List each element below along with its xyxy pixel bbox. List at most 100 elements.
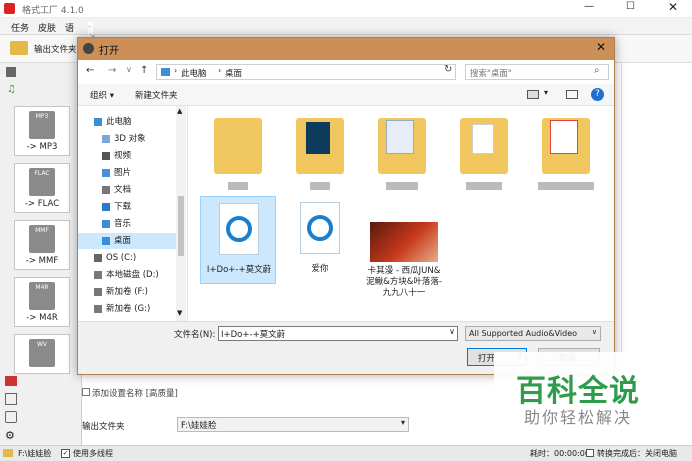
pc-icon: [161, 68, 170, 76]
refresh-icon[interactable]: ↻: [444, 64, 452, 75]
dialog-app-icon: [83, 43, 94, 54]
file-item-selected[interactable]: I+Do+-+莫文蔚: [200, 196, 276, 284]
tree-item-label: 下载: [114, 202, 132, 212]
document-category-icon[interactable]: [5, 393, 17, 405]
tree-item-label: OS (C:): [106, 253, 137, 263]
after-convert-label: 转换完成后：关闭电脑: [597, 449, 677, 458]
scroll-thumb[interactable]: [178, 196, 184, 256]
tree-item-icon: [94, 305, 102, 313]
close-button[interactable]: ✕: [668, 0, 678, 14]
tools-icon[interactable]: ⚙: [5, 429, 15, 442]
open-dialog: 打开 ✕ ← → ∨ ↑ › 此电脑 › 桌面 ∨ ↻ 搜索"桌面" ⌕ 组织 …: [77, 37, 615, 375]
audio-file-icon: [219, 203, 259, 255]
up-arrow-icon[interactable]: ↑: [140, 65, 148, 76]
folder-item[interactable]: [446, 110, 522, 214]
image-category-icon[interactable]: [5, 376, 17, 386]
view-chevron-icon[interactable]: ▾: [544, 88, 548, 97]
status-path[interactable]: F:\娃娃脸: [18, 448, 51, 459]
menu-skin[interactable]: 皮肤: [38, 21, 56, 34]
dialog-navbar: ← → ∨ ↑ › 此电脑 › 桌面 ∨ ↻ 搜索"桌面" ⌕: [78, 60, 614, 84]
output-folder-button[interactable]: 输出文件夹: [34, 43, 76, 55]
format-wv-button[interactable]: WV: [14, 334, 70, 374]
audio-category-icon[interactable]: ♫: [7, 84, 16, 95]
blurred-name: [538, 182, 594, 190]
search-icon: ⌕: [594, 65, 600, 76]
address-bar[interactable]: › 此电脑 › 桌面 ∨: [156, 64, 515, 80]
forward-arrow-icon[interactable]: →: [108, 65, 116, 76]
multithread-label: 使用多线程: [73, 449, 113, 458]
search-input[interactable]: 搜索"桌面" ⌕: [465, 64, 609, 80]
tree-item-4[interactable]: 文档: [78, 182, 178, 198]
tree-item-icon: [102, 169, 110, 177]
file-item[interactable]: 爱你: [282, 196, 358, 300]
tree-item-9[interactable]: 本地磁盘 (D:): [78, 267, 178, 283]
menu-task[interactable]: 任务: [11, 21, 29, 34]
app-titlebar: 格式工厂 4.1.0 — ☐ ✕: [0, 0, 692, 18]
tree-item-0[interactable]: 此电脑: [78, 114, 178, 130]
tree-item-label: 3D 对象: [114, 134, 146, 144]
breadcrumb-desktop[interactable]: 桌面: [225, 67, 242, 79]
menu-language[interactable]: 语: [65, 21, 74, 34]
format-m4r-button[interactable]: M4R -> M4R: [14, 277, 70, 327]
format-flac-button[interactable]: FLAC -> FLAC: [14, 163, 70, 213]
breadcrumb-sep-icon: ›: [174, 66, 178, 75]
after-convert-checkbox[interactable]: [586, 449, 594, 457]
tree-item-icon: [94, 288, 102, 296]
tree-item-icon: [94, 254, 102, 262]
format-panel: ♫ MP3 -> MP3 FLAC -> FLAC MMF -> MMF M4R…: [0, 63, 82, 445]
mmf-icon: MMF: [29, 225, 55, 253]
rom-device-icon[interactable]: [5, 411, 17, 423]
folder-item[interactable]: [528, 110, 604, 214]
tree-item-10[interactable]: 新加卷 (F:): [78, 284, 178, 300]
dialog-titlebar: 打开 ✕: [78, 38, 614, 60]
chevron-down-icon: ▾: [400, 418, 405, 427]
breadcrumb-pc[interactable]: 此电脑: [181, 67, 207, 79]
back-arrow-icon[interactable]: ←: [86, 65, 94, 76]
filename-chevron-icon[interactable]: ∨: [449, 327, 455, 336]
organize-button[interactable]: 组织 ▾: [90, 89, 114, 101]
tree-item-icon: [94, 271, 102, 279]
preview-pane-icon[interactable]: [566, 90, 578, 99]
minimize-button[interactable]: —: [584, 1, 594, 12]
tree-item-label: 图片: [114, 168, 132, 178]
tree-item-icon: [102, 203, 110, 211]
tree-item-6[interactable]: 音乐: [78, 216, 178, 232]
tree-item-1[interactable]: 3D 对象: [78, 131, 178, 147]
tree-item-7[interactable]: 桌面: [78, 233, 178, 249]
scroll-down-icon[interactable]: ▼: [177, 309, 182, 317]
output-folder-select[interactable]: F:\娃娃脸 ▾: [177, 417, 409, 432]
tree-item-label: 此电脑: [106, 117, 132, 127]
tree-item-8[interactable]: OS (C:): [78, 250, 178, 266]
tree-item-5[interactable]: 下载: [78, 199, 178, 215]
scroll-up-icon[interactable]: ▲: [177, 107, 182, 115]
filename-input[interactable]: I+Do+-+莫文蔚 ∨: [218, 326, 458, 341]
filetype-select[interactable]: All Supported Audio&Video ∨: [465, 326, 601, 341]
view-options-icon[interactable]: [527, 90, 539, 99]
new-folder-button[interactable]: 新建文件夹: [135, 89, 178, 101]
add-setting-checkbox[interactable]: [82, 388, 90, 396]
file-name: 卡其漫 - 西瓜JUN&泥鳅&方块&叶落落-九九八十一: [366, 266, 442, 298]
help-icon[interactable]: ?: [591, 88, 604, 101]
format-mp3-button[interactable]: MP3 -> MP3: [14, 106, 70, 156]
tree-item-3[interactable]: 图片: [78, 165, 178, 181]
multithread-checkbox[interactable]: ✓: [61, 449, 70, 458]
video-category-icon[interactable]: [6, 67, 16, 77]
open-button-label: 打开: [478, 354, 496, 364]
file-item[interactable]: 卡其漫 - 西瓜JUN&泥鳅&方块&叶落落-九九八十一: [364, 196, 444, 300]
dialog-close-icon[interactable]: ✕: [596, 40, 606, 54]
doc-thumbnail-icon: [550, 120, 578, 154]
m4r-icon: M4R: [29, 282, 55, 310]
blurred-name: [466, 182, 502, 190]
format-mmf-button[interactable]: MMF -> MMF: [14, 220, 70, 270]
format-label: -> MP3: [26, 142, 58, 152]
maximize-button[interactable]: ☐: [626, 1, 635, 12]
folder-icon: [214, 118, 262, 174]
tree-item-2[interactable]: 视频: [78, 148, 178, 164]
recent-chevron-icon[interactable]: ∨: [126, 65, 132, 74]
statusbar: F:\娃娃脸 ✓ 使用多线程 耗时：00:00:00 转换完成后：关闭电脑: [0, 445, 692, 461]
tree-item-11[interactable]: 新加卷 (G:): [78, 301, 178, 317]
format-label: -> FLAC: [24, 199, 60, 209]
nav-scrollbar[interactable]: ▲ ▼: [176, 106, 186, 321]
wv-icon: WV: [29, 339, 55, 367]
output-folder-icon: [10, 41, 28, 55]
